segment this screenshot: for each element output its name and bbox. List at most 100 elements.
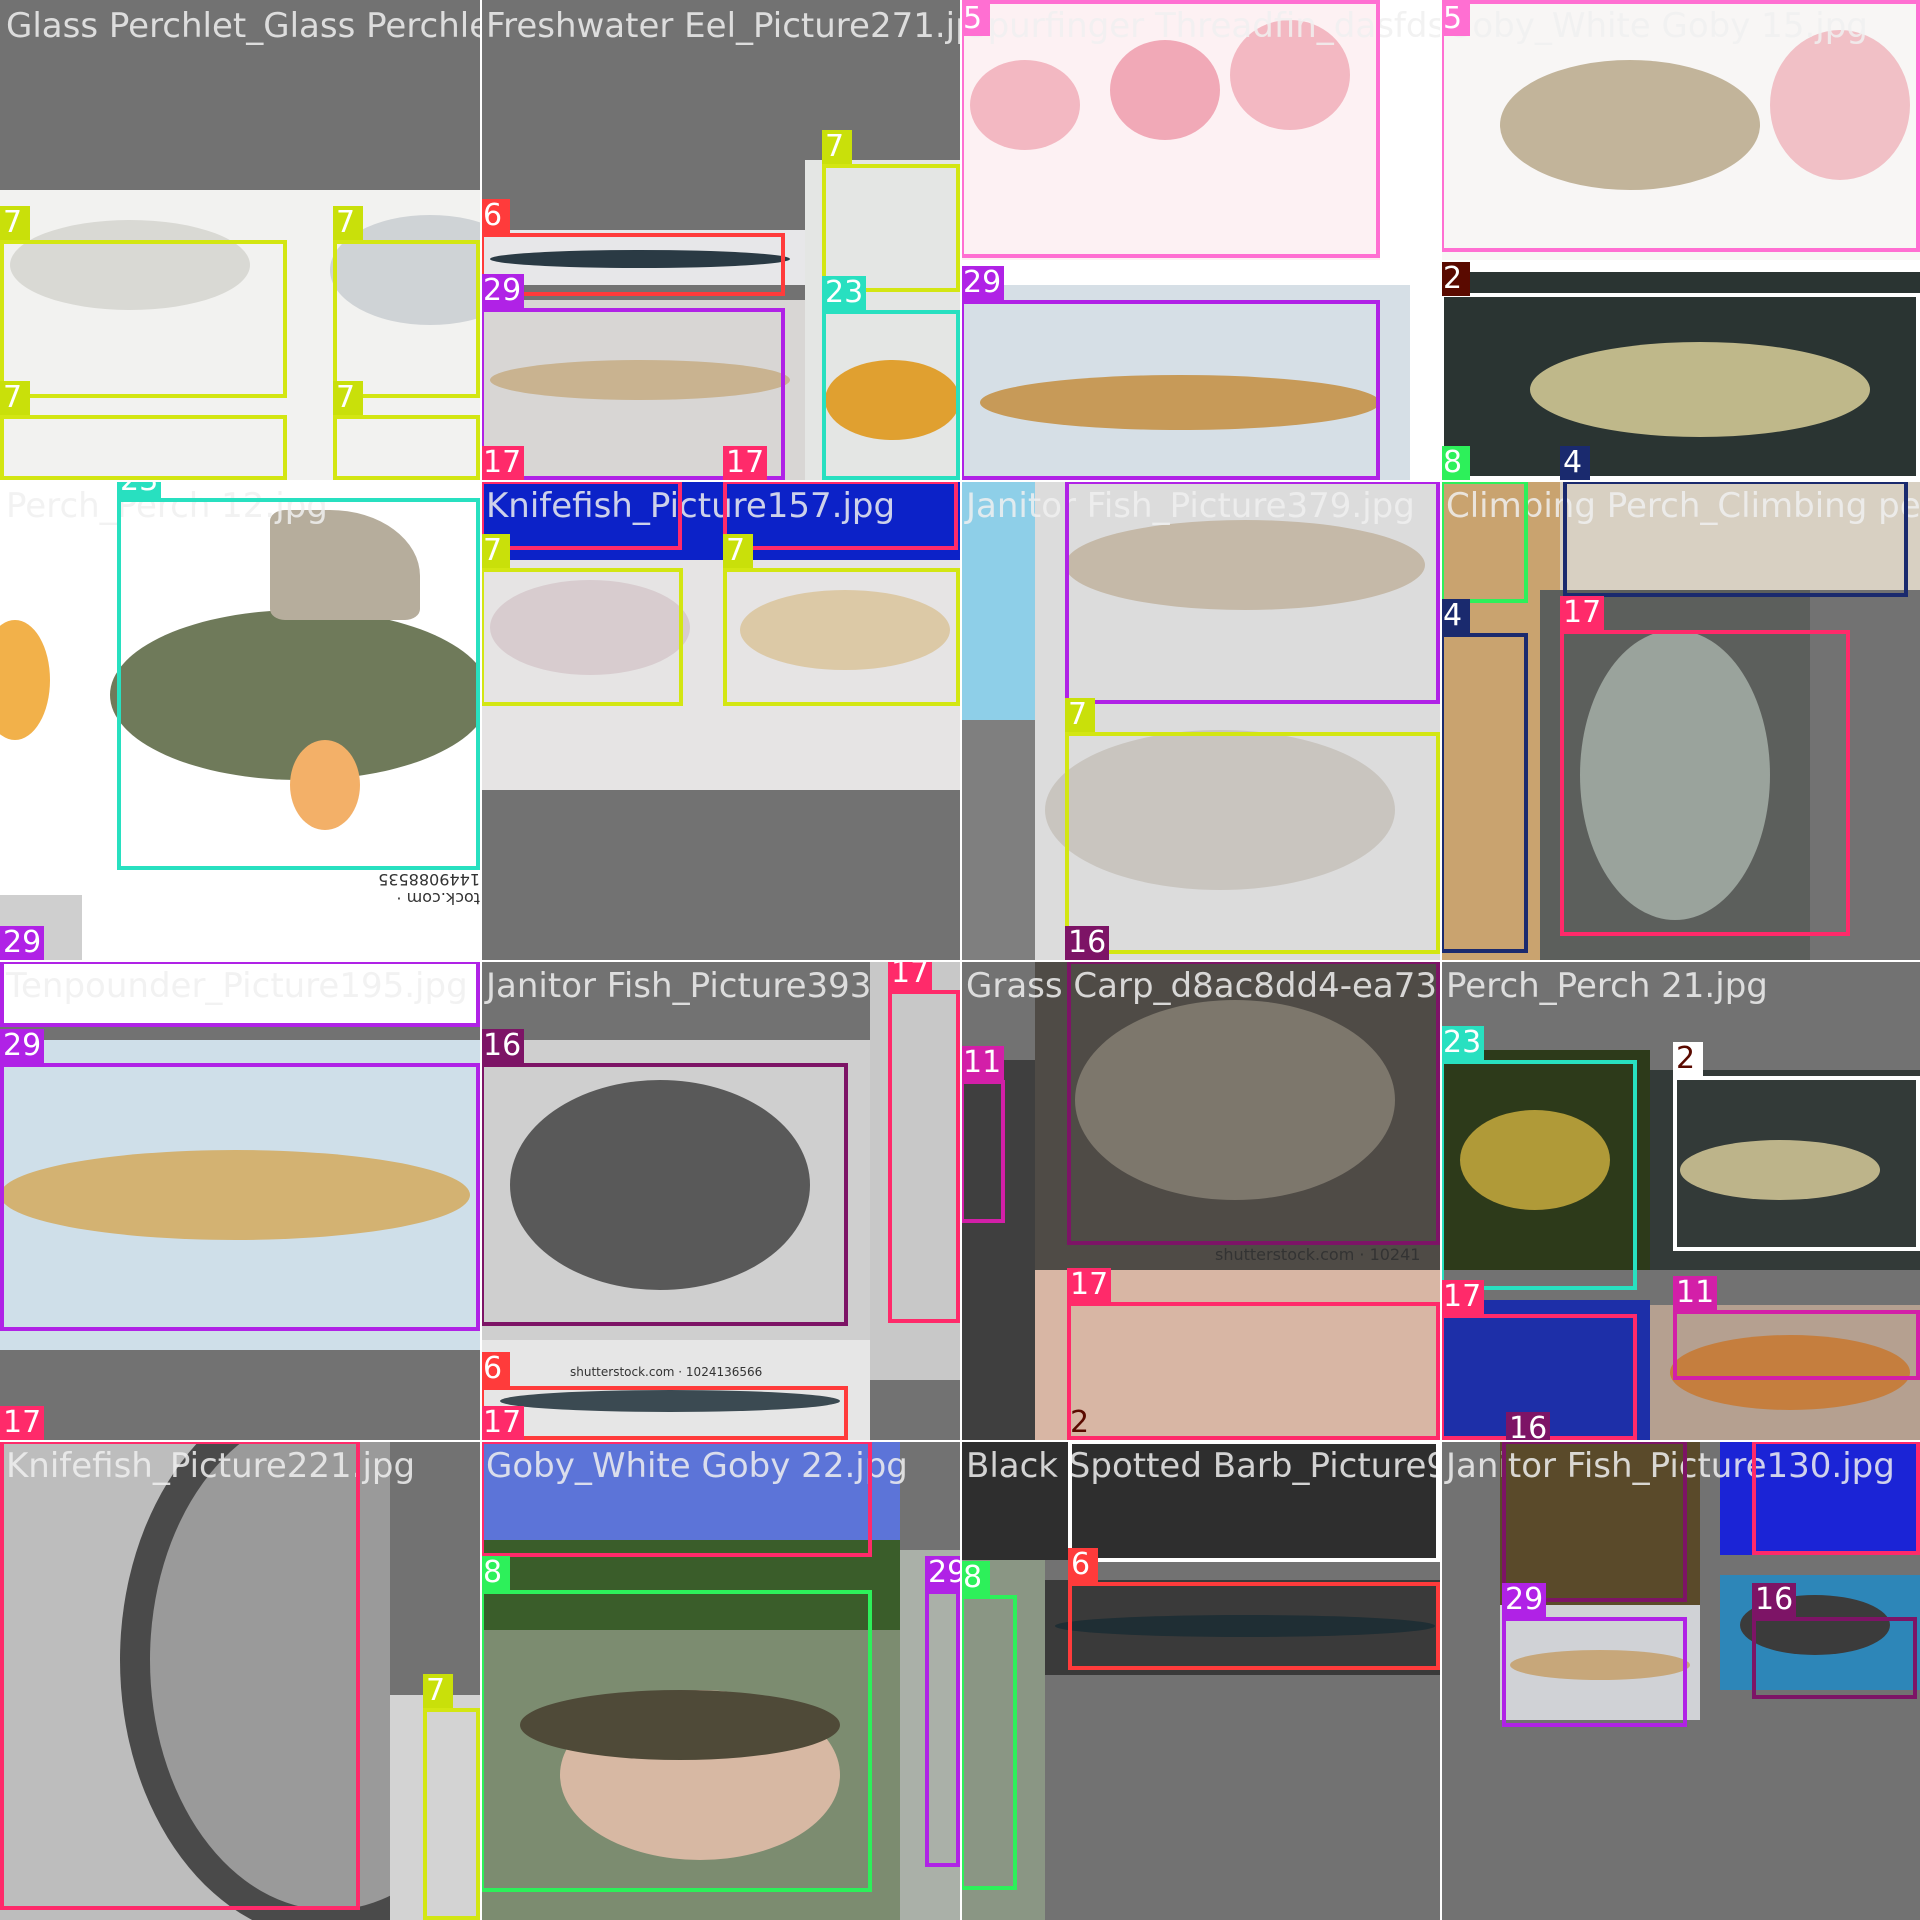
filename-label: Janitor Fish_Picture393	[486, 966, 872, 1006]
class-label: 7	[333, 381, 363, 415]
class-label: 6	[1068, 1548, 1098, 1582]
detection-box	[1440, 293, 1920, 480]
mosaic-tile: Perch_Perch 12.jpg tock.com · 1449088535…	[0, 480, 480, 960]
class-label: 17	[480, 1406, 525, 1440]
class-label: 7	[1065, 698, 1095, 732]
detection-box	[1440, 1060, 1637, 1290]
class-label: 8	[960, 1561, 990, 1595]
mosaic-tile: Janitor Fish_Picture130.jpg 17 29 16	[1440, 1440, 1920, 1920]
mosaic-tile: Climbing Perch_Climbing pe 4 17	[1440, 480, 1920, 960]
class-label: 29	[960, 266, 1005, 300]
detection-box	[1067, 960, 1440, 1245]
detection-box	[960, 0, 1380, 258]
mosaic-tile: Glass Perchlet_Glass Perchlet 39.jpg 7 7…	[0, 0, 480, 480]
detection-box	[1560, 630, 1850, 936]
detection-box	[1068, 1582, 1440, 1670]
watermark: tock.com · 1449088535	[378, 870, 480, 908]
class-label: 23	[1440, 1026, 1485, 1060]
detection-box	[1440, 0, 1920, 252]
class-label: 17	[0, 1406, 45, 1440]
detection-box	[925, 1590, 960, 1867]
detection-box	[333, 240, 480, 398]
watermark: shutterstock.com · 1024136566	[570, 1365, 763, 1379]
grid-line	[0, 960, 1920, 962]
mosaic-tile: Knifefish_Picture221.jpg 17 7	[0, 1440, 480, 1920]
detection-box	[0, 240, 287, 398]
filename-label: Perch_Perch 21.jpg	[1446, 966, 1768, 1006]
detection-box	[960, 300, 1380, 480]
detection-box	[1502, 1617, 1687, 1727]
class-label: 6	[480, 1352, 510, 1386]
detection-box	[960, 1595, 1017, 1890]
detection-box	[480, 233, 785, 296]
detection-box	[1067, 1302, 1440, 1440]
filename-label: Freshwater Eel_Picture271.jpg	[486, 6, 960, 46]
class-label: 23	[822, 276, 867, 310]
class-label: 8	[480, 1556, 510, 1590]
detection-box	[1068, 1440, 1440, 1562]
class-label: 16	[1506, 1412, 1551, 1440]
detection-box	[1502, 1440, 1687, 1602]
class-label: 29	[480, 274, 525, 308]
class-label: 4	[1560, 446, 1590, 480]
grid-line	[0, 480, 1920, 482]
detection-box	[480, 480, 682, 550]
mosaic-tile: Perch_Perch 21.jpg 23 2 17 11 16	[1440, 960, 1920, 1440]
class-label: 16	[1752, 1583, 1797, 1617]
mosaic-tile: Grass Carp_d8ac8dd4-ea73-4a02-9f9b-7461 …	[960, 960, 1440, 1440]
class-label: 17	[480, 446, 525, 480]
detection-box	[1440, 480, 1528, 603]
class-label: 7	[0, 206, 30, 240]
detection-box	[480, 1386, 848, 1440]
class-label: 17	[1067, 1268, 1112, 1302]
mosaic-tile: Goby_White Goby 22.jpg 8 29	[480, 1440, 960, 1920]
class-label: 2	[1440, 262, 1470, 296]
class-label: 5	[960, 2, 990, 36]
detection-box	[0, 1440, 360, 1910]
class-label: 11	[960, 1046, 1005, 1080]
detection-box	[1752, 1617, 1917, 1699]
detection-box	[117, 498, 480, 870]
mosaic-tile: Freshwater Eel_Picture271.jpg 6 29 7 23 …	[480, 0, 960, 480]
class-label: 11	[1673, 1276, 1718, 1310]
mosaic-tile: Janitor Fish_Picture379.jpg 29 7 16	[960, 480, 1440, 960]
detection-box	[888, 990, 960, 1323]
class-label: 2	[1070, 1405, 1090, 1440]
detection-box	[423, 1708, 480, 1920]
class-label: 29	[0, 1029, 45, 1063]
detection-box	[960, 1080, 1005, 1223]
class-label: 16	[1065, 926, 1110, 960]
class-label: 2	[1673, 1042, 1703, 1076]
detection-box	[1440, 633, 1528, 953]
detection-box	[723, 480, 958, 550]
class-label: 8	[1440, 446, 1470, 480]
detection-box	[1752, 1440, 1920, 1555]
detection-box	[1065, 480, 1440, 704]
detection-box	[1673, 1310, 1920, 1380]
class-label: 4	[1440, 599, 1470, 633]
detection-box	[0, 1063, 480, 1331]
grid-line	[0, 1440, 1920, 1442]
class-label: 17	[1560, 596, 1605, 630]
class-label: 16	[480, 1029, 525, 1063]
class-label: 23	[117, 480, 162, 498]
class-label: 29	[925, 1556, 960, 1590]
detection-box	[480, 1063, 848, 1326]
detection-box	[723, 568, 960, 706]
mosaic-tile: Black Spotted Barb_Picture99.jpg 8 6	[960, 1440, 1440, 1920]
detection-box	[822, 310, 960, 480]
tile-image	[960, 720, 1035, 960]
detection-box	[1065, 732, 1440, 954]
detection-box	[822, 164, 960, 292]
filename-label: Glass Perchlet_Glass Perchlet 39.jpg	[6, 6, 480, 46]
mosaic-tile: Janitor Fish_Picture393 shutterstock.com…	[480, 960, 960, 1440]
class-label: 7	[723, 534, 753, 568]
detection-box	[1563, 480, 1908, 597]
mosaic-tile: Goby_White Goby 15.jpg 5 2 8 4	[1440, 0, 1920, 480]
detection-box	[480, 568, 683, 706]
mosaic-tile: Spurfinger Threadfin_dasfds.jpg 5 29	[960, 0, 1440, 480]
detection-box	[480, 1590, 872, 1892]
class-label: 5	[1440, 2, 1470, 36]
detection-box	[480, 1440, 872, 1557]
detection-box	[0, 960, 480, 1027]
